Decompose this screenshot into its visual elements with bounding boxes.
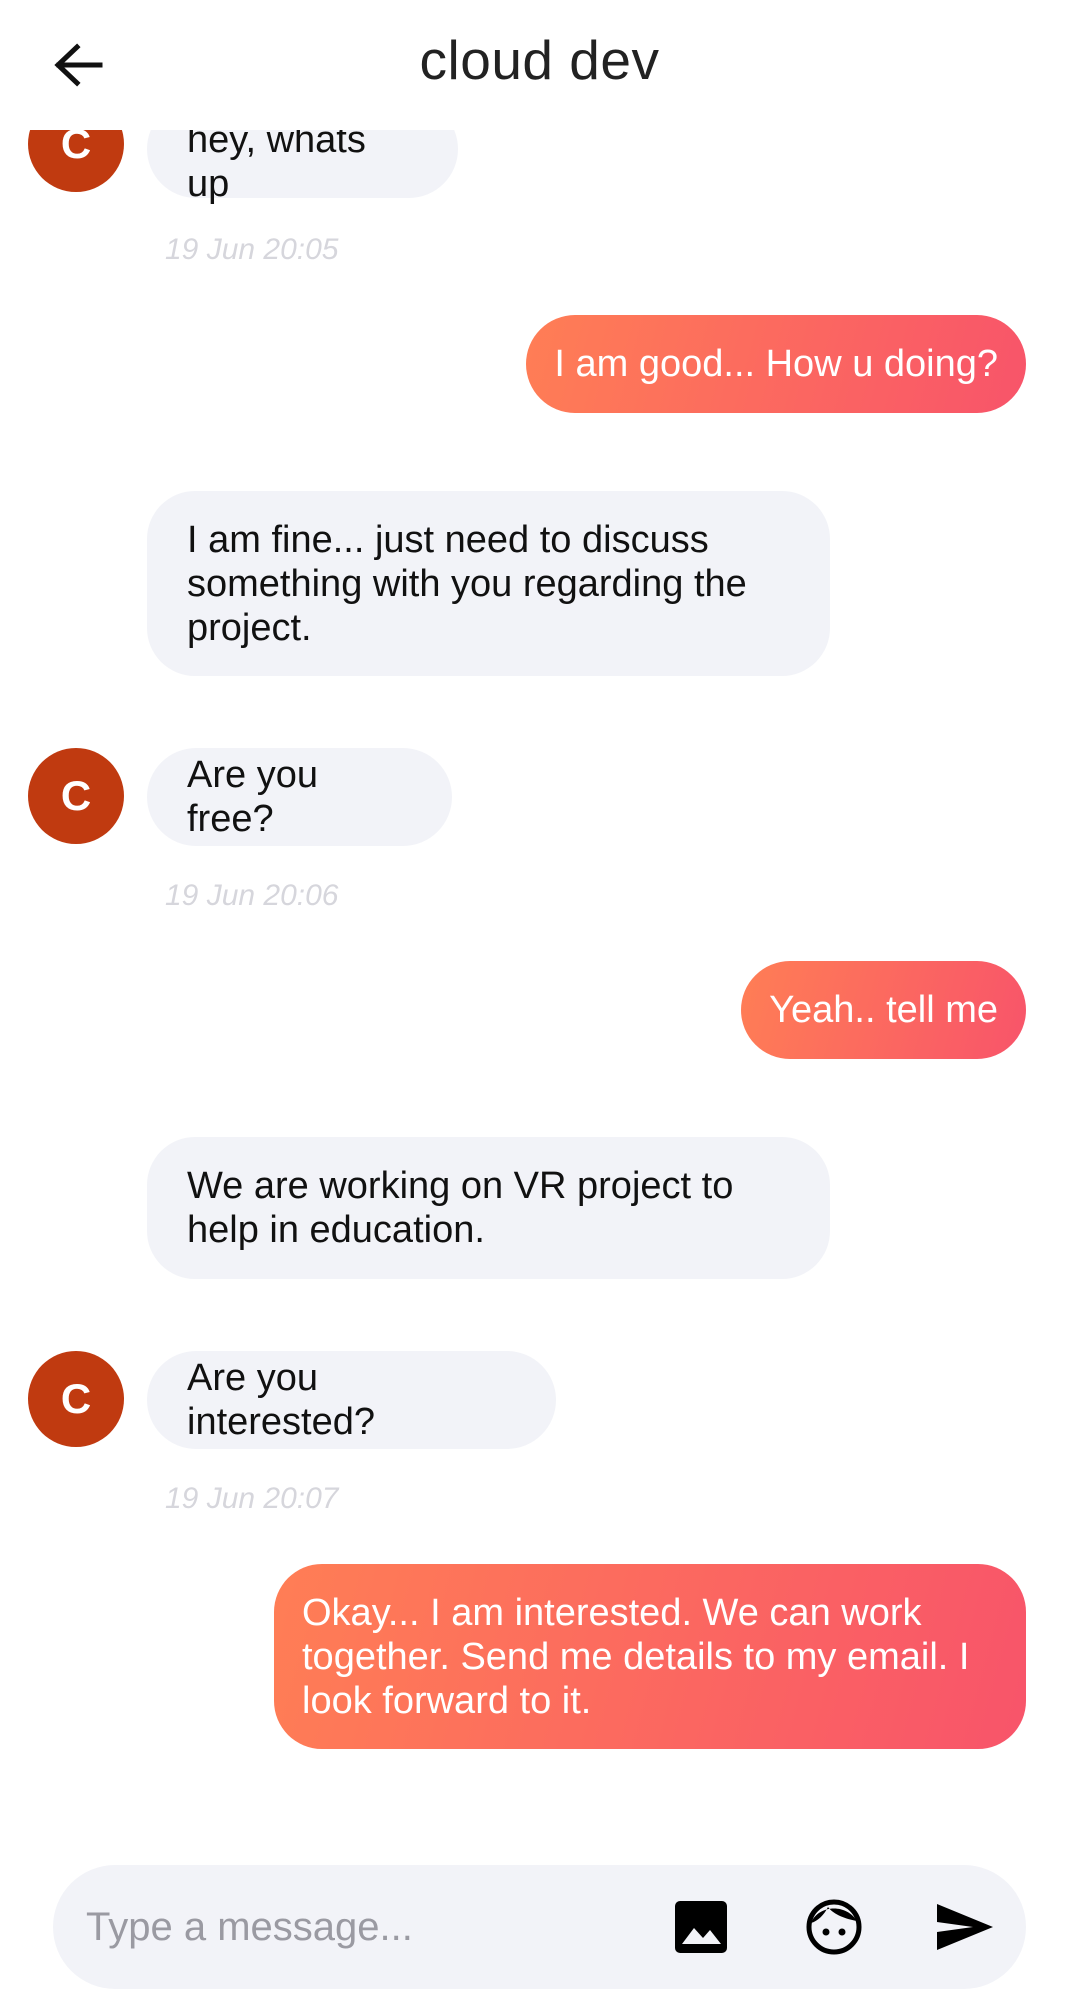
send-button[interactable] — [925, 1887, 1005, 1967]
message-timestamp: 19 Jun 20:06 — [165, 879, 339, 912]
message-input[interactable] — [86, 1865, 646, 1989]
chat-screen: cloud dev C hey, whats up 19 Jun 20:05 I… — [0, 0, 1079, 1996]
incoming-message: Are you interested? — [147, 1351, 556, 1449]
app-header: cloud dev — [0, 0, 1079, 130]
outgoing-message: I am good... How u doing? — [526, 315, 1026, 413]
message-text: Okay... I am interested. We can work tog… — [302, 1591, 970, 1722]
emoji-face-icon — [806, 1899, 862, 1955]
chat-title: cloud dev — [419, 29, 660, 91]
incoming-message: We are working on VR project to help in … — [147, 1137, 830, 1279]
message-timestamp: 19 Jun 20:05 — [165, 233, 339, 266]
attach-image-button[interactable] — [661, 1887, 741, 1967]
emoji-button[interactable] — [794, 1887, 874, 1967]
message-text: I am fine... just need to discuss someth… — [187, 518, 747, 649]
avatar: C — [28, 130, 124, 192]
message-text: We are working on VR project to help in … — [187, 1165, 734, 1251]
message-timestamp: 19 Jun 20:07 — [165, 1482, 339, 1515]
message-text: hey, whats up — [187, 130, 366, 205]
message-list[interactable]: C hey, whats up 19 Jun 20:05 I am good..… — [0, 130, 1079, 1830]
message-text: Are you free? — [187, 754, 318, 840]
avatar: C — [28, 748, 124, 844]
incoming-message: hey, whats up — [147, 130, 458, 205]
message-text: Are you interested? — [187, 1357, 376, 1443]
avatar: C — [28, 1351, 124, 1447]
message-text: I am good... How u doing? — [554, 343, 998, 385]
message-composer — [53, 1865, 1026, 1989]
message-text: Yeah.. tell me — [769, 989, 998, 1031]
incoming-message: I am fine... just need to discuss someth… — [147, 491, 830, 676]
outgoing-message: Yeah.. tell me — [741, 961, 1026, 1059]
image-icon — [675, 1901, 727, 1953]
incoming-message: Are you free? — [147, 748, 452, 846]
send-icon — [937, 1904, 993, 1950]
outgoing-message: Okay... I am interested. We can work tog… — [274, 1564, 1026, 1749]
